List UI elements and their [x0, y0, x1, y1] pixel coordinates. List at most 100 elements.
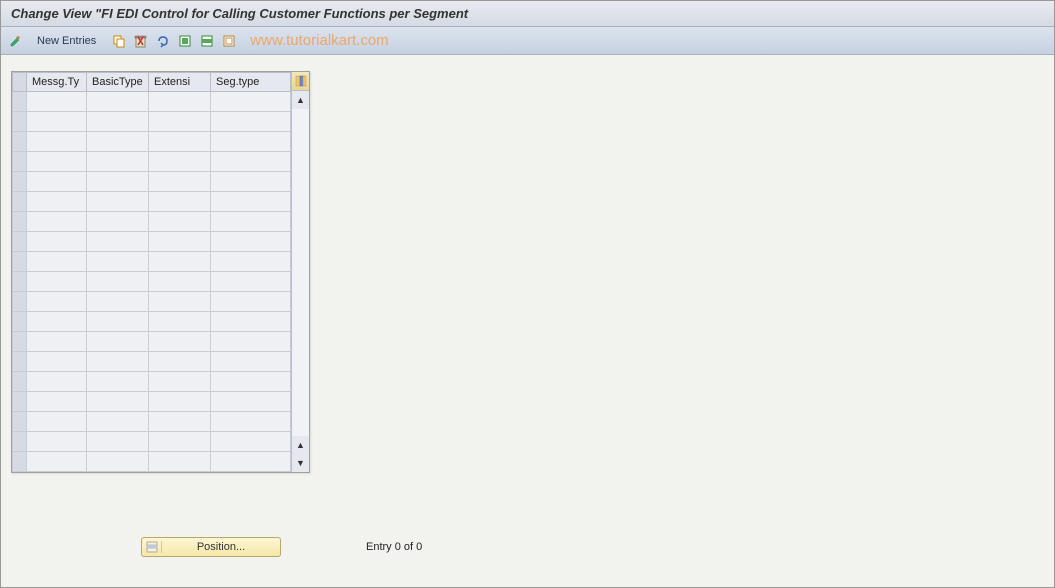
cell[interactable] — [211, 452, 291, 472]
cell[interactable] — [149, 252, 211, 272]
cell[interactable] — [149, 112, 211, 132]
cell[interactable] — [27, 372, 87, 392]
table-row[interactable] — [13, 92, 291, 112]
cell[interactable] — [27, 432, 87, 452]
new-entries-button[interactable]: New Entries — [31, 34, 102, 48]
cell[interactable] — [211, 92, 291, 112]
cell[interactable] — [87, 172, 149, 192]
cell[interactable] — [211, 332, 291, 352]
data-grid[interactable]: Messg.Ty BasicType Extensi Seg.type — [12, 72, 291, 472]
select-block-icon[interactable] — [198, 32, 216, 50]
cell[interactable] — [149, 132, 211, 152]
cell[interactable] — [211, 112, 291, 132]
table-row[interactable] — [13, 212, 291, 232]
cell[interactable] — [87, 432, 149, 452]
cell[interactable] — [27, 452, 87, 472]
cell[interactable] — [211, 432, 291, 452]
col-header-extensi[interactable]: Extensi — [149, 73, 211, 92]
cell[interactable] — [87, 352, 149, 372]
table-row[interactable] — [13, 312, 291, 332]
col-header-messgty[interactable]: Messg.Ty — [27, 73, 87, 92]
cell[interactable] — [211, 292, 291, 312]
row-selector[interactable] — [13, 432, 27, 452]
table-row[interactable] — [13, 112, 291, 132]
cell[interactable] — [27, 152, 87, 172]
cell[interactable] — [87, 212, 149, 232]
row-selector[interactable] — [13, 212, 27, 232]
row-selector[interactable] — [13, 452, 27, 472]
cell[interactable] — [149, 232, 211, 252]
table-row[interactable] — [13, 372, 291, 392]
row-selector[interactable] — [13, 392, 27, 412]
row-selector[interactable] — [13, 372, 27, 392]
cell[interactable] — [149, 432, 211, 452]
cell[interactable] — [149, 312, 211, 332]
cell[interactable] — [211, 372, 291, 392]
cell[interactable] — [27, 392, 87, 412]
table-row[interactable] — [13, 132, 291, 152]
table-row[interactable] — [13, 292, 291, 312]
row-selector[interactable] — [13, 132, 27, 152]
cell[interactable] — [149, 172, 211, 192]
cell[interactable] — [87, 412, 149, 432]
cell[interactable] — [211, 232, 291, 252]
table-row[interactable] — [13, 172, 291, 192]
cell[interactable] — [211, 212, 291, 232]
table-row[interactable] — [13, 232, 291, 252]
cell[interactable] — [211, 272, 291, 292]
cell[interactable] — [87, 452, 149, 472]
cell[interactable] — [27, 172, 87, 192]
cell[interactable] — [27, 112, 87, 132]
cell[interactable] — [211, 252, 291, 272]
change-display-icon[interactable] — [7, 32, 25, 50]
cell[interactable] — [87, 232, 149, 252]
cell[interactable] — [27, 412, 87, 432]
scroll-track[interactable] — [292, 109, 309, 436]
cell[interactable] — [27, 312, 87, 332]
table-row[interactable] — [13, 272, 291, 292]
row-selector[interactable] — [13, 112, 27, 132]
select-all-icon[interactable] — [176, 32, 194, 50]
col-header-basictype[interactable]: BasicType — [87, 73, 149, 92]
table-row[interactable] — [13, 392, 291, 412]
scroll-down-button[interactable]: ▼ — [292, 454, 309, 472]
cell[interactable] — [149, 212, 211, 232]
table-row[interactable] — [13, 352, 291, 372]
cell[interactable] — [27, 292, 87, 312]
table-row[interactable] — [13, 332, 291, 352]
cell[interactable] — [149, 152, 211, 172]
cell[interactable] — [87, 192, 149, 212]
table-row[interactable] — [13, 452, 291, 472]
cell[interactable] — [87, 292, 149, 312]
cell[interactable] — [149, 352, 211, 372]
position-button[interactable]: Position... — [141, 537, 281, 557]
row-selector[interactable] — [13, 272, 27, 292]
cell[interactable] — [87, 112, 149, 132]
cell[interactable] — [27, 252, 87, 272]
cell[interactable] — [149, 192, 211, 212]
row-selector[interactable] — [13, 152, 27, 172]
cell[interactable] — [211, 312, 291, 332]
cell[interactable] — [27, 332, 87, 352]
cell[interactable] — [87, 252, 149, 272]
cell[interactable] — [211, 392, 291, 412]
table-row[interactable] — [13, 152, 291, 172]
delete-icon[interactable] — [132, 32, 150, 50]
cell[interactable] — [27, 192, 87, 212]
cell[interactable] — [87, 132, 149, 152]
row-selector[interactable] — [13, 412, 27, 432]
cell[interactable] — [27, 272, 87, 292]
cell[interactable] — [87, 152, 149, 172]
cell[interactable] — [211, 172, 291, 192]
cell[interactable] — [149, 412, 211, 432]
cell[interactable] — [27, 132, 87, 152]
cell[interactable] — [27, 212, 87, 232]
row-selector[interactable] — [13, 172, 27, 192]
cell[interactable] — [87, 92, 149, 112]
cell[interactable] — [149, 332, 211, 352]
copy-as-icon[interactable] — [110, 32, 128, 50]
cell[interactable] — [27, 232, 87, 252]
row-selector[interactable] — [13, 92, 27, 112]
cell[interactable] — [87, 372, 149, 392]
row-selector[interactable] — [13, 192, 27, 212]
